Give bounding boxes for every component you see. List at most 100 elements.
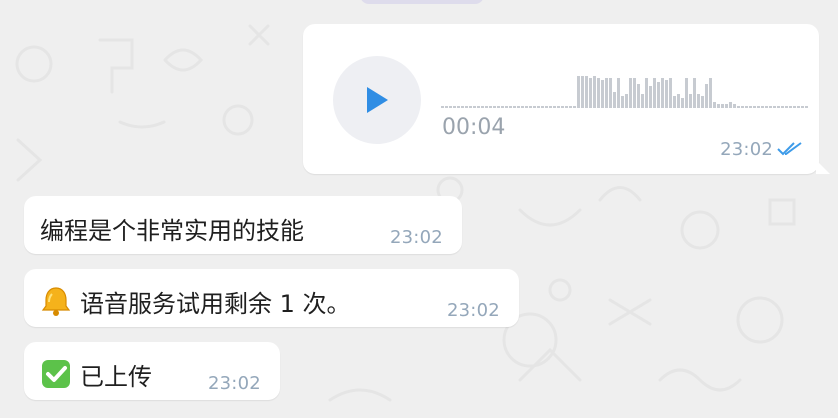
waveform-bar xyxy=(589,78,592,108)
waveform-bar xyxy=(465,106,468,108)
voice-waveform[interactable] xyxy=(441,74,809,110)
waveform-bar xyxy=(477,106,480,108)
waveform-bar xyxy=(629,78,632,108)
message-time: 23:02 xyxy=(447,300,500,321)
waveform-bar xyxy=(653,78,656,108)
waveform-bar xyxy=(585,76,588,108)
waveform-bar xyxy=(721,104,724,108)
waveform-bar xyxy=(717,104,720,108)
waveform-bar xyxy=(733,104,736,108)
waveform-bar xyxy=(741,106,744,108)
waveform-bar xyxy=(513,106,516,108)
waveform-bar xyxy=(445,106,448,108)
waveform-bar xyxy=(673,96,676,108)
play-button[interactable] xyxy=(333,56,421,144)
waveform-bar xyxy=(789,106,792,108)
waveform-bar xyxy=(641,94,644,108)
waveform-bar xyxy=(549,106,552,108)
waveform-bar xyxy=(521,106,524,108)
waveform-bar xyxy=(745,106,748,108)
waveform-bar xyxy=(581,76,584,108)
waveform-bar xyxy=(725,104,728,108)
waveform-bar xyxy=(505,106,508,108)
waveform-bar xyxy=(729,102,732,108)
voice-message-time: 23:02 xyxy=(720,139,773,160)
waveform-bar xyxy=(529,106,532,108)
message-time: 23:02 xyxy=(208,373,261,394)
waveform-bar xyxy=(461,106,464,108)
waveform-bar xyxy=(621,96,624,108)
waveform-bar xyxy=(689,94,692,108)
waveform-bar xyxy=(781,106,784,108)
waveform-bar xyxy=(481,106,484,108)
waveform-bar xyxy=(753,106,756,108)
waveform-bar xyxy=(613,92,616,108)
waveform-bar xyxy=(765,106,768,108)
incoming-message-bubble: 已上传 23:02 xyxy=(24,342,280,400)
waveform-bar xyxy=(805,106,808,108)
waveform-bar xyxy=(501,106,504,108)
waveform-bar xyxy=(773,106,776,108)
waveform-bar xyxy=(737,106,740,108)
message-text: 已上传 xyxy=(80,363,152,391)
message-text: 语音服务试用剩余 1 次。 xyxy=(80,290,351,318)
waveform-bar xyxy=(645,78,648,108)
waveform-bar xyxy=(577,76,580,108)
waveform-bar xyxy=(665,80,668,108)
waveform-bar xyxy=(801,106,804,108)
double-check-read-icon xyxy=(777,142,802,156)
check-mark-icon xyxy=(42,360,70,388)
waveform-bar xyxy=(593,76,596,108)
waveform-bar xyxy=(757,106,760,108)
waveform-bar xyxy=(793,106,796,108)
waveform-bar xyxy=(697,94,700,108)
waveform-bar xyxy=(517,106,520,108)
message-content: 语音服务试用剩余 1 次。 xyxy=(40,284,351,319)
waveform-bar xyxy=(557,106,560,108)
waveform-bar xyxy=(485,106,488,108)
waveform-bar xyxy=(497,106,500,108)
waveform-bar xyxy=(617,78,620,108)
waveform-bar xyxy=(573,106,576,108)
waveform-bar xyxy=(701,96,704,108)
waveform-bar xyxy=(749,106,752,108)
waveform-bar xyxy=(553,106,556,108)
waveform-bar xyxy=(709,78,712,108)
message-content: 已上传 xyxy=(40,357,152,392)
incoming-message-bubble: 编程是个非常实用的技能 23:02 xyxy=(24,196,462,254)
waveform-bar xyxy=(469,106,472,108)
waveform-bar xyxy=(601,80,604,108)
play-icon xyxy=(367,87,388,113)
waveform-bar xyxy=(797,106,800,108)
waveform-bar xyxy=(649,86,652,108)
waveform-bar xyxy=(693,78,696,108)
waveform-bar xyxy=(625,94,628,108)
waveform-bar xyxy=(609,78,612,108)
waveform-bar xyxy=(661,78,664,108)
date-pill xyxy=(360,0,484,4)
waveform-bar xyxy=(713,102,716,108)
bell-icon xyxy=(41,287,71,316)
waveform-bar xyxy=(677,94,680,108)
waveform-bar xyxy=(565,106,568,108)
waveform-bar xyxy=(489,106,492,108)
waveform-bar xyxy=(685,78,688,108)
waveform-bar xyxy=(453,106,456,108)
waveform-bar xyxy=(541,106,544,108)
waveform-bar xyxy=(533,106,536,108)
message-time: 23:02 xyxy=(390,227,443,248)
waveform-bar xyxy=(545,106,548,108)
waveform-bar xyxy=(473,106,476,108)
waveform-bar xyxy=(637,84,640,108)
waveform-bar xyxy=(441,106,444,108)
waveform-bar xyxy=(449,106,452,108)
message-text: 编程是个非常实用的技能 xyxy=(40,217,304,245)
waveform-bar xyxy=(509,106,512,108)
waveform-bar xyxy=(705,84,708,108)
waveform-bar xyxy=(493,106,496,108)
waveform-bar xyxy=(681,98,684,108)
waveform-bar xyxy=(569,106,572,108)
waveform-bar xyxy=(561,106,564,108)
voice-duration: 00:04 xyxy=(442,115,506,140)
waveform-bar xyxy=(785,106,788,108)
